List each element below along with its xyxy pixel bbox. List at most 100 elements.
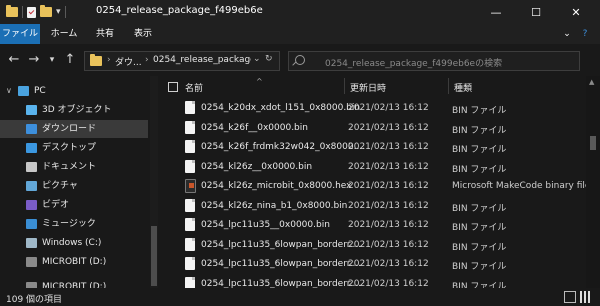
navigation-pane: ∨ PC 3D オブジェクト ダウンロードデスクトップドキュメントピクチャ ビデオミュー… [0,76,158,288]
minimize-button[interactable]: — [476,0,516,24]
refresh-icon[interactable]: ↻ [265,54,273,64]
file-modified-date: 2021/02/13 16:12 [348,103,429,113]
hex-file-icon [185,179,196,193]
search-icon [295,55,305,65]
file-row[interactable]: 0254_lpc11u35_6lowpan_borderr.... 2021/02… [158,235,586,255]
file-row[interactable]: 0254_lpc11u35_6lowpan_borderr.... 2021/02… [158,274,586,289]
videos-icon [26,200,37,210]
maximize-button[interactable]: ☐ [516,0,556,24]
file-list-scrollbar-thumb[interactable] [590,136,596,150]
file-row[interactable]: 0254_lpc11u35_6lowpan_borderr.... 2021/02… [158,254,586,274]
folder-icon [90,54,102,66]
file-row[interactable]: 0254_k26f__0x0000.bin 2021/02/13 16:12 BIN… [158,118,586,138]
file-type: BIN ファイル [452,281,507,289]
address-dropdown-chevron-icon[interactable]: ⌄ [253,54,261,64]
up-button[interactable]: ↑ [62,52,78,67]
title-bar: ▾ 0254_release_package_f499eb6e — ☐ ✕ [0,0,600,24]
file-type: BIN ファイル [452,262,507,272]
help-icon[interactable]: ? [578,24,592,44]
scroll-up-arrow-icon[interactable]: ▲ [589,78,594,86]
properties-icon[interactable] [27,6,36,18]
file-list: 名前 ^ 更新日時 種類 0254_k20dx_xdot_l151_0x8000… [158,76,600,288]
column-divider[interactable] [344,78,345,94]
file-type: BIN ファイル [452,125,507,136]
nav-item[interactable]: ダウンロード [0,120,148,138]
file-name: 0254_k26f__0x0000.bin [201,122,308,133]
nav-scrollbar[interactable] [150,76,158,288]
tab-file[interactable]: ファイル [0,24,40,44]
nav-item-label: 3D オブジェクト [42,105,112,115]
toolbar-separator [22,6,23,18]
nav-item[interactable]: ミュージック [0,215,148,233]
large-icons-view-icon[interactable] [580,291,592,303]
breadcrumb-current-folder[interactable]: 0254_release_package_f499eb6e [153,55,251,65]
file-name: 0254_lpc11u35_6lowpan_borderr.... [201,278,362,289]
desktop-icon [26,143,37,153]
nav-item[interactable]: ∨ PC [0,82,148,100]
file-name: 0254_kl26z_nina_b1_0x8000.bin [201,200,348,211]
nav-item[interactable]: ドキュメント [0,158,148,176]
expand-ribbon-icon[interactable]: ⌄ [560,24,574,44]
file-name: 0254_lpc11u35_6lowpan_borderr.... [201,239,362,250]
file-list-scrollbar[interactable]: ▲ [586,76,600,288]
nav-item-label: MICROBIT (D:) [42,282,107,288]
file-modified-date: 2021/02/13 16:12 [348,161,429,172]
file-name: 0254_lpc11u35_6lowpan_borderr.... [201,259,362,269]
details-view-icon[interactable] [564,291,576,303]
breadcrumb-downloads[interactable]: ダウ... [115,55,142,68]
address-bar[interactable]: › ダウ... › 0254_release_package_f499eb6e … [84,51,280,71]
column-header-name[interactable]: 名前 [185,81,203,94]
nav-scrollbar-thumb[interactable] [151,226,157,286]
nav-item[interactable]: MICROBIT (D:) [0,278,148,288]
nav-item-label: PC [34,86,46,96]
nav-item-label: ミュージック [42,219,96,229]
nav-item-label: ドキュメント [42,162,97,172]
bin-file-icon [185,159,195,173]
file-row[interactable]: 0254_lpc11u35__0x0000.bin 2021/02/13 16:1… [158,215,586,235]
nav-item[interactable]: ピクチャ [0,177,148,195]
file-type: BIN ファイル [452,242,507,253]
file-name: 0254_kl26z__0x0000.bin [201,161,313,172]
new-folder-icon[interactable] [40,5,52,17]
pictures-icon [26,181,37,191]
nav-item[interactable]: デスクトップ [0,139,148,157]
search-input[interactable]: 0254_release_package_f499eb6eの検索 [288,51,580,71]
file-modified-date: 2021/02/13 16:12 [348,259,429,269]
item-count: 109 個の項目 [6,295,63,305]
tab-home[interactable]: ホーム [46,24,82,44]
bin-file-icon [185,140,195,153]
select-all-checkbox[interactable] [168,82,178,92]
forward-button[interactable]: → [26,52,42,67]
tab-share[interactable]: 共有 [90,24,120,44]
bin-file-icon [185,120,195,134]
file-row[interactable]: 0254_kl26z_nina_b1_0x8000.bin 2021/02/13 … [158,196,586,216]
column-header-date[interactable]: 更新日時 [350,81,386,94]
tab-view[interactable]: 表示 [128,24,158,44]
customize-quick-access-chevron-icon[interactable]: ▾ [56,7,61,17]
file-type: BIN ファイル [452,164,507,175]
column-divider[interactable] [448,78,449,94]
file-row[interactable]: 0254_kl26z__0x0000.bin 2021/02/13 16:12 BI… [158,157,586,177]
back-button[interactable]: ← [6,52,22,67]
file-row[interactable]: 0254_k26f_frdmk32w042_0x8000.... 2021/02/… [158,137,586,157]
bin-file-icon [185,237,195,251]
close-button[interactable]: ✕ [556,0,596,24]
expand-chevron-icon[interactable]: ∨ [6,82,12,100]
folder-icon [6,5,18,17]
file-row[interactable]: 0254_k20dx_xdot_l151_0x8000.bin 2021/02/1… [158,98,586,118]
file-name: 0254_lpc11u35__0x0000.bin [201,220,330,230]
nav-item-label: ダウンロード [42,124,97,134]
documents-icon [26,162,37,172]
recent-locations-chevron-icon[interactable]: ▾ [44,55,60,65]
nav-item[interactable]: 3D オブジェクト [0,101,148,119]
nav-item[interactable]: MICROBIT (D:) [0,253,148,271]
downloads-icon [26,124,37,134]
file-name: 0254_kl26z_microbit_0x8000.hex [201,181,352,191]
column-header-type[interactable]: 種類 [454,81,472,94]
window-title: 0254_release_package_f499eb6e [96,5,263,16]
nav-item[interactable]: Windows (C:) [0,234,148,252]
nav-item[interactable]: ビデオ [0,196,148,214]
file-type: BIN ファイル [452,106,507,116]
usb-drive-icon [26,257,37,267]
file-row[interactable]: 0254_kl26z_microbit_0x8000.hex 2021/02/13… [158,176,590,196]
